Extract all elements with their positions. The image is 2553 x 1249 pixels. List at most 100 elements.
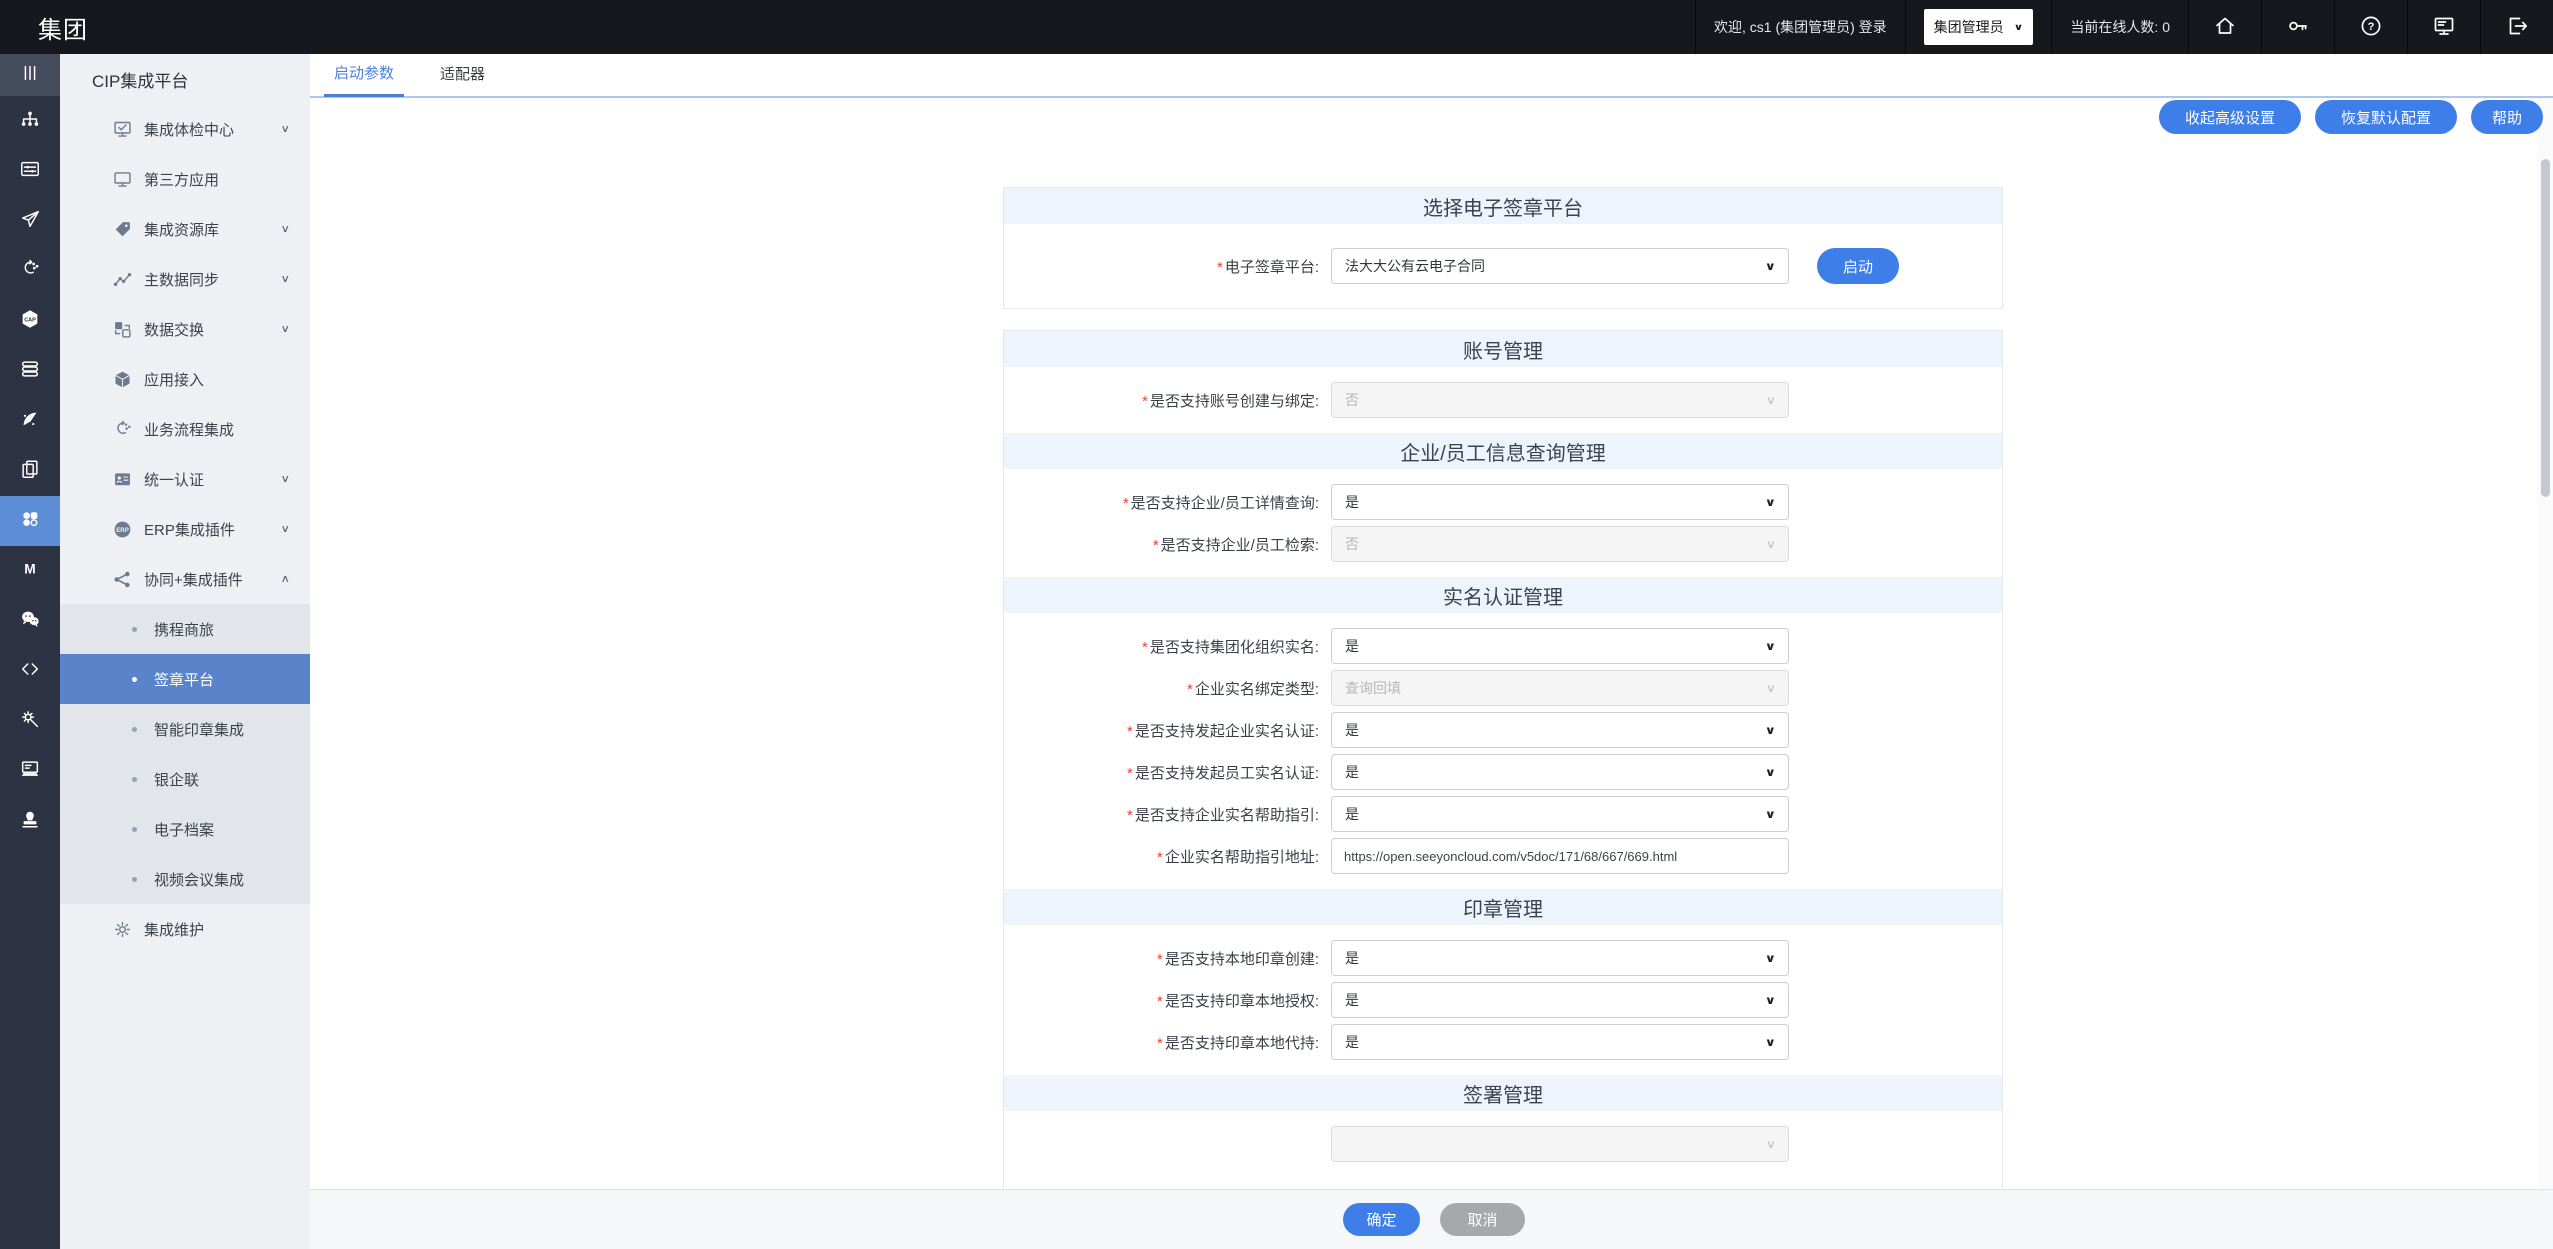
select-field[interactable]: 是∨: [1331, 712, 1789, 748]
flow2-icon: [110, 417, 134, 441]
chevron-down-icon: ∨: [280, 323, 290, 336]
tab-startup-params[interactable]: 启动参数: [324, 54, 404, 97]
section-fields: *是否支持集团化组织实名:是∨*企业实名绑定类型:查询回填∨*是否支持发起企业实…: [1004, 613, 2002, 889]
strip-item-maintenance-tools[interactable]: [0, 696, 60, 746]
strip-item-wechat[interactable]: [0, 596, 60, 646]
chevron-down-icon: ∨: [280, 523, 290, 536]
strip-item-flow-sync[interactable]: [0, 246, 60, 296]
role-select[interactable]: 集团管理员 ∨: [1924, 9, 2034, 45]
send-icon: [19, 208, 41, 235]
section-title: 选择电子签章平台: [1004, 188, 2002, 224]
nav-item-4[interactable]: 主数据同步∨: [60, 254, 310, 304]
nav-sub-item-4[interactable]: 银企联: [60, 754, 310, 804]
chevron-down-icon: ∨: [1765, 1035, 1776, 1049]
chevron-down-icon: ∨: [280, 273, 290, 286]
select-field[interactable]: 是∨: [1331, 484, 1789, 520]
strip-item-send[interactable]: [0, 196, 60, 246]
nav-item-label: 集成体检中心: [144, 119, 234, 140]
fan-icon: [19, 408, 41, 435]
nav-item-8[interactable]: 统一认证∨: [60, 454, 310, 504]
vertical-scrollbar[interactable]: [2538, 98, 2553, 1249]
platform-select[interactable]: 法大大公有云电子合同 ∨: [1331, 248, 1789, 284]
select-field: ∨: [1331, 1126, 1789, 1162]
nav-sub-item-label: 电子档案: [154, 819, 214, 840]
nav-sub-item-5[interactable]: 电子档案: [60, 804, 310, 854]
nav-item-3[interactable]: 集成资源库∨: [60, 204, 310, 254]
select-field[interactable]: 是∨: [1331, 796, 1789, 832]
nav-item-label: 数据交换: [144, 319, 204, 340]
required-mark: *: [1153, 537, 1159, 554]
chevron-down-icon: ∨: [1765, 723, 1776, 737]
field-label: *企业实名帮助指引地址:: [1004, 846, 1319, 867]
select-value: 是: [1345, 762, 1359, 782]
strip-item-m-app[interactable]: M: [0, 546, 60, 596]
strip-item-control-panel[interactable]: [0, 146, 60, 196]
logout-button[interactable]: [2480, 0, 2553, 54]
strip-item-documents[interactable]: [0, 446, 60, 496]
nav-sub-item-1[interactable]: 携程商旅: [60, 604, 310, 654]
strip-item-stamp[interactable]: [0, 796, 60, 846]
scrollbar-thumb[interactable]: [2541, 159, 2550, 497]
field-row: *是否支持印章本地授权:是∨: [1004, 982, 2002, 1018]
strip-item-fan[interactable]: [0, 396, 60, 446]
select-value: 否: [1345, 534, 1359, 554]
field-row: *是否支持集团化组织实名:是∨: [1004, 628, 2002, 664]
help-button[interactable]: ?: [2334, 0, 2407, 54]
strip-item-integration-apps[interactable]: [0, 496, 60, 546]
password-button[interactable]: [2261, 0, 2334, 54]
nav-item-2[interactable]: 第三方应用: [60, 154, 310, 204]
nav-item-maintenance[interactable]: 集成维护: [60, 904, 310, 954]
section-title: 企业/员工信息查询管理: [1004, 433, 2002, 469]
nav-sub-item-3[interactable]: 智能印章集成: [60, 704, 310, 754]
wechat-icon: [19, 608, 41, 635]
nav-item-1[interactable]: 集成体检中心∨: [60, 104, 310, 154]
strip-item-org-structure[interactable]: [0, 96, 60, 146]
select-field[interactable]: 是∨: [1331, 628, 1789, 664]
nav-item-label: 协同+集成插件: [144, 569, 243, 590]
select-field[interactable]: 是∨: [1331, 940, 1789, 976]
required-mark: *: [1127, 765, 1133, 782]
strip-item-collapse-menu[interactable]: [0, 54, 60, 96]
cancel-button[interactable]: 取消: [1440, 1203, 1525, 1236]
select-field: 否∨: [1331, 526, 1789, 562]
nav-item-label: ERP集成插件: [144, 519, 235, 540]
nav-sub-item-label: 签章平台: [154, 669, 214, 690]
tab-adapter[interactable]: 适配器: [430, 55, 495, 95]
field-row: *是否支持企业/员工检索:否∨: [1004, 526, 2002, 562]
nav-sub-item-6[interactable]: 视频会议集成: [60, 854, 310, 904]
help-pill-button[interactable]: 帮助: [2471, 100, 2543, 134]
field-row: *是否支持发起员工实名认证:是∨: [1004, 754, 2002, 790]
confirm-button[interactable]: 确定: [1343, 1203, 1420, 1236]
nav-item-6[interactable]: 应用接入: [60, 354, 310, 404]
select-field[interactable]: 是∨: [1331, 982, 1789, 1018]
select-value: 是: [1345, 804, 1359, 824]
nav-item-5[interactable]: 数据交换 ∨: [60, 304, 310, 354]
workstation-button[interactable]: [2407, 0, 2480, 54]
field-label: *企业实名绑定类型:: [1004, 678, 1319, 699]
nav-item-7[interactable]: 业务流程集成: [60, 404, 310, 454]
launch-button[interactable]: 启动: [1817, 248, 1899, 284]
section-fields: *是否支持本地印章创建:是∨*是否支持印章本地授权:是∨*是否支持印章本地代持:…: [1004, 925, 2002, 1075]
select-field[interactable]: 是∨: [1331, 754, 1789, 790]
select-field[interactable]: 是∨: [1331, 1024, 1789, 1060]
welcome-text: 欢迎, cs1 (集团管理员) 登录: [1695, 0, 1905, 54]
restore-default-button[interactable]: 恢复默认配置: [2315, 100, 2457, 134]
nav-item-10[interactable]: 协同+集成插件∧: [60, 554, 310, 604]
nav-item-label: 统一认证: [144, 469, 204, 490]
exchange-icon: [110, 317, 134, 341]
strip-item-resource-stack[interactable]: [0, 346, 60, 396]
strip-item-code[interactable]: [0, 646, 60, 696]
collapse-advanced-button[interactable]: 收起高级设置: [2159, 100, 2301, 134]
text-field-input[interactable]: [1332, 839, 1788, 873]
text-field[interactable]: [1331, 838, 1789, 874]
monitor2-icon: [110, 167, 134, 191]
home-button[interactable]: [2188, 0, 2261, 54]
strip-item-cap-badge[interactable]: CAP: [0, 296, 60, 346]
collapse-menu-icon: [19, 62, 41, 89]
strip-item-terminal[interactable]: [0, 746, 60, 796]
chevron-down-icon: ∨: [1765, 993, 1776, 1007]
nav-item-9[interactable]: ERPERP集成插件∨: [60, 504, 310, 554]
required-mark: *: [1123, 495, 1129, 512]
nav-sub-item-label: 携程商旅: [154, 619, 214, 640]
nav-sub-item-2[interactable]: 签章平台: [60, 654, 310, 704]
